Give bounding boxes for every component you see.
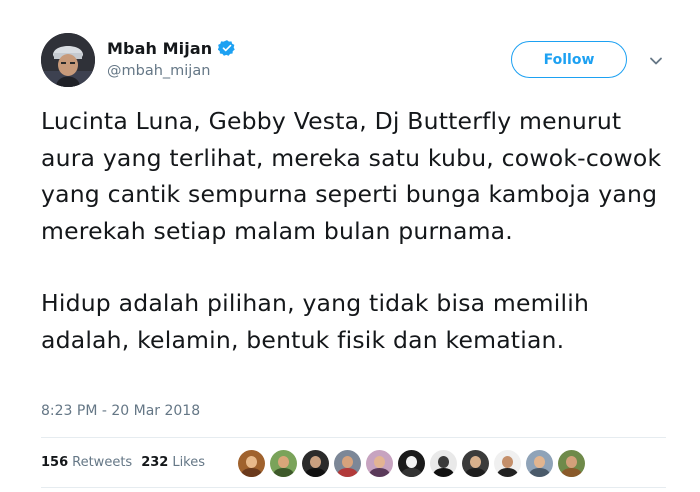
verified-badge-icon (217, 39, 236, 57)
retweets-label: Retweets (72, 455, 133, 470)
avatar-face (438, 456, 449, 468)
liker-avatar-5[interactable] (366, 450, 393, 477)
avatar-shoulders (241, 468, 262, 477)
liker-avatar-1[interactable] (238, 450, 265, 477)
retweets-count: 156 (41, 455, 69, 470)
liker-avatar-8[interactable] (462, 450, 489, 477)
display-name[interactable]: Mbah Mijan (107, 39, 212, 58)
profile-avatar[interactable] (41, 33, 95, 87)
divider (41, 437, 666, 438)
divider (41, 487, 666, 488)
avatar-face (566, 456, 577, 468)
name-row: Mbah Mijan (107, 37, 236, 59)
avatar-shoulders (529, 468, 550, 477)
liker-avatar-2[interactable] (270, 450, 297, 477)
avatar-shoulders (369, 468, 390, 477)
avatar-shoulders (433, 468, 454, 477)
avatar-image (41, 33, 95, 87)
avatar-face (534, 456, 545, 468)
chevron-down-icon[interactable] (649, 53, 663, 67)
avatar-shoulders (465, 468, 486, 477)
avatar-face (246, 456, 257, 468)
tweet-stats: 156 Retweets 232 Likes (41, 455, 214, 470)
liker-avatar-10[interactable] (526, 450, 553, 477)
avatar-shoulders (497, 468, 518, 477)
liker-avatar-6[interactable] (398, 450, 425, 477)
avatar-face (374, 456, 385, 468)
avatar-face (502, 456, 513, 468)
avatar-face (310, 456, 321, 468)
liker-avatar-11[interactable] (558, 450, 585, 477)
tweet-paragraph-1: Lucinta Luna, Gebby Vesta, Dj Butterfly … (41, 107, 662, 245)
liker-avatar-9[interactable] (494, 450, 521, 477)
liker-avatar-7[interactable] (430, 450, 457, 477)
user-handle[interactable]: @mbah_mijan (107, 63, 210, 79)
likes-count: 232 (141, 455, 169, 470)
likes-stat[interactable]: 232 Likes (141, 455, 205, 470)
liker-avatar-3[interactable] (302, 450, 329, 477)
avatar-face (470, 456, 481, 468)
tweet-text: Lucinta Luna, Gebby Vesta, Dj Butterfly … (41, 103, 681, 358)
tweet-paragraph-2: Hidup adalah pilihan, yang tidak bisa me… (41, 289, 590, 354)
avatar-face (406, 456, 417, 468)
avatar-face (342, 456, 353, 468)
liker-avatars (238, 450, 590, 477)
avatar-shoulders (305, 468, 326, 477)
follow-button[interactable]: Follow (511, 41, 627, 78)
avatar-face (278, 456, 289, 468)
liker-avatar-4[interactable] (334, 450, 361, 477)
avatar-shoulders (273, 468, 294, 477)
likes-label: Likes (172, 455, 206, 470)
avatar-shoulders (337, 468, 358, 477)
avatar-shoulders (401, 468, 422, 477)
retweets-stat[interactable]: 156 Retweets (41, 455, 132, 470)
tweet-card: Mbah Mijan @mbah_mijan Follow Lucinta Lu… (0, 0, 700, 492)
avatar-shoulders (561, 468, 582, 477)
tweet-timestamp[interactable]: 8:23 PM - 20 Mar 2018 (41, 403, 200, 419)
